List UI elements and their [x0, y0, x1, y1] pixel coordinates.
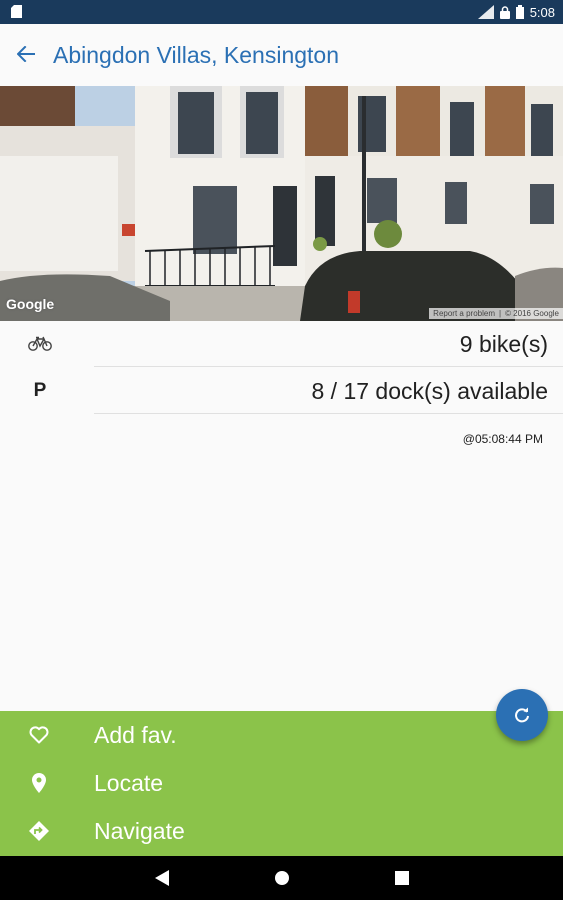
- nav-recents-button[interactable]: [388, 864, 416, 892]
- map-pin-icon: [26, 759, 52, 807]
- add-favorite-label: Add fav.: [94, 722, 177, 748]
- nav-home-icon: [275, 871, 289, 885]
- street-view-illustration: [0, 86, 563, 321]
- heart-outline-icon: [26, 711, 52, 759]
- nav-back-icon: [155, 870, 169, 886]
- refresh-icon: [515, 707, 529, 723]
- nav-back-button[interactable]: [148, 864, 176, 892]
- lock-icon: [499, 5, 510, 19]
- status-bar: 5:08: [0, 0, 563, 24]
- bikes-row: 9 bike(s): [0, 321, 563, 367]
- action-panel: Add fav. Locate Navigate: [0, 711, 563, 856]
- update-timestamp: @05:08:44 PM: [462, 432, 543, 446]
- page-title: Abingdon Villas, Kensington: [53, 42, 340, 68]
- status-icons: 5:08: [477, 2, 555, 22]
- locate-button[interactable]: Locate: [0, 759, 563, 807]
- refresh-button[interactable]: [496, 689, 548, 741]
- navigate-label: Navigate: [94, 818, 185, 844]
- bikes-count: 9 bike(s): [459, 331, 548, 357]
- bicycle-icon: [22, 321, 58, 367]
- divider: [94, 366, 563, 367]
- google-logo: Google: [6, 296, 55, 312]
- parking-icon: P: [22, 368, 58, 414]
- navigate-button[interactable]: Navigate: [0, 807, 563, 855]
- system-nav-bar: [0, 856, 563, 900]
- locate-label: Locate: [94, 770, 164, 796]
- app-bar: Abingdon Villas, Kensington: [0, 24, 563, 86]
- add-favorite-button[interactable]: Add fav.: [0, 711, 563, 759]
- sd-card-icon: [11, 5, 22, 18]
- signal-icon: [477, 5, 494, 19]
- parking-icon-label: P: [33, 380, 47, 401]
- docks-available: 8 / 17 dock(s) available: [311, 378, 548, 404]
- divider: [94, 413, 563, 414]
- battery-icon: [515, 5, 524, 19]
- nav-recents-icon: [395, 871, 409, 885]
- nav-home-button[interactable]: [268, 864, 296, 892]
- copyright-text: © 2016 Google: [505, 309, 559, 318]
- street-view-image[interactable]: Google Report a problem | © 2016 Google: [0, 86, 563, 321]
- attribution-bar: Report a problem | © 2016 Google: [429, 308, 563, 319]
- docks-row: P 8 / 17 dock(s) available: [0, 368, 563, 414]
- arrow-back-icon: [17, 46, 35, 62]
- report-problem-link[interactable]: Report a problem: [433, 309, 495, 318]
- directions-icon: [26, 807, 52, 855]
- status-time: 5:08: [529, 4, 555, 20]
- back-button[interactable]: [12, 40, 40, 68]
